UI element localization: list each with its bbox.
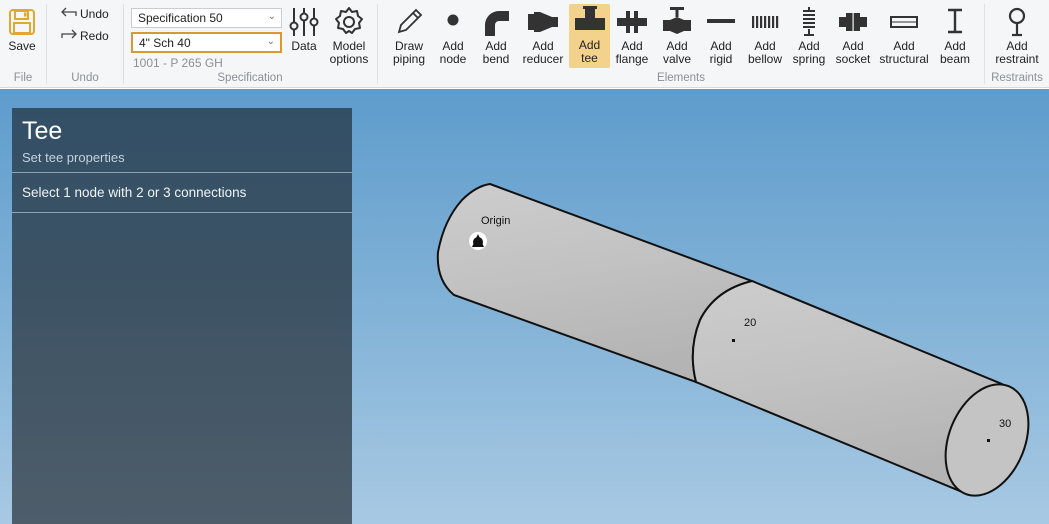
save-label: Save bbox=[8, 39, 36, 53]
redo-label: Redo bbox=[80, 28, 109, 43]
elements-group-label: Elements bbox=[657, 72, 705, 84]
file-group-label: File bbox=[13, 72, 33, 84]
origin-node-marker[interactable] bbox=[469, 232, 487, 250]
file-group: Save File bbox=[0, 0, 46, 88]
undo-icon bbox=[60, 6, 78, 21]
panel-title: Tee bbox=[22, 117, 63, 145]
node-30-label: 30 bbox=[999, 418, 1012, 430]
restraints-group-label: Restraints bbox=[991, 72, 1043, 84]
undo-button[interactable]: Undo bbox=[60, 6, 109, 21]
redo-icon bbox=[60, 28, 78, 43]
undo-label: Undo bbox=[80, 6, 109, 21]
node-20-marker[interactable] bbox=[732, 339, 735, 342]
panel-subtitle: Set tee properties bbox=[22, 150, 125, 165]
node-20-label: 20 bbox=[744, 317, 757, 329]
restraints-group: Restraints bbox=[985, 0, 1049, 88]
undo-group-label: Undo bbox=[71, 72, 99, 84]
elements-group: Elements bbox=[378, 0, 984, 88]
origin-label: Origin bbox=[481, 215, 511, 227]
redo-button[interactable]: Redo bbox=[60, 28, 109, 43]
save-icon bbox=[4, 4, 40, 40]
specification-group: Specification bbox=[124, 0, 376, 88]
panel-instruction: Select 1 node with 2 or 3 connections bbox=[12, 173, 352, 213]
node-30-marker[interactable] bbox=[987, 439, 990, 442]
specification-group-label: Specification bbox=[217, 72, 283, 84]
panel-header: Tee Set tee properties bbox=[12, 108, 352, 173]
save-button[interactable]: Save bbox=[4, 4, 40, 53]
tee-properties-panel: Tee Set tee properties Select 1 node wit… bbox=[12, 108, 352, 524]
ribbon-toolbar: Save File Undo Undo Redo Specification 5… bbox=[0, 0, 1049, 88]
